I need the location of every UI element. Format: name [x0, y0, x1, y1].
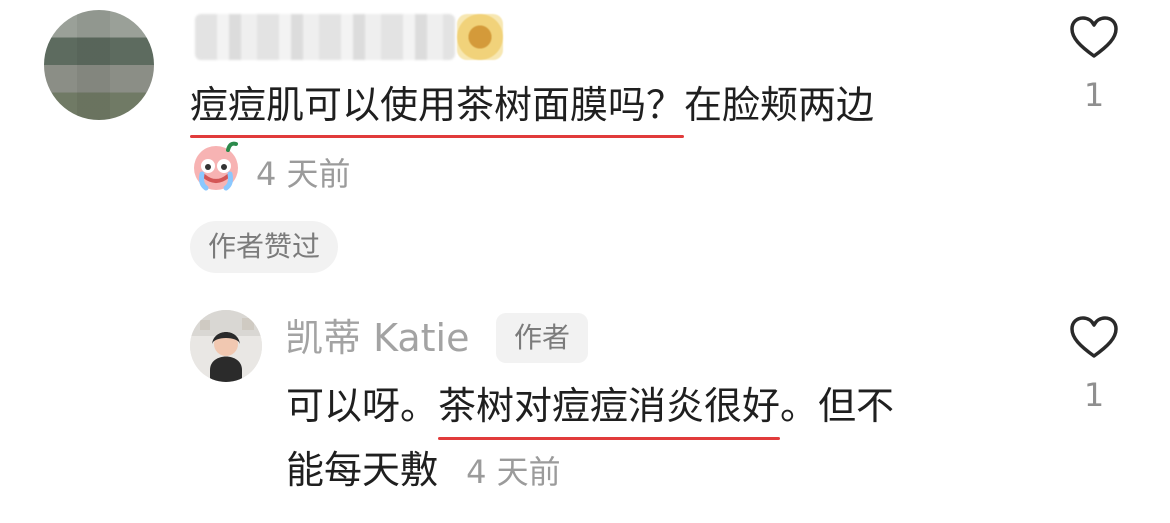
- underline: [438, 437, 781, 440]
- avatar[interactable]: [44, 10, 154, 120]
- comment-time: 4 天前: [256, 155, 351, 193]
- avatar[interactable]: [190, 310, 262, 382]
- user-badge-icon: [457, 14, 503, 60]
- username-blurred[interactable]: [195, 14, 455, 60]
- reply-text-line-1[interactable]: 可以呀。 茶树对痘痘消炎很好 。但不: [286, 378, 895, 440]
- like-count: 1: [1083, 376, 1105, 414]
- underline: [190, 135, 685, 138]
- reply-time: 4 天前: [466, 453, 561, 491]
- like-count: 1: [1083, 76, 1105, 114]
- author-tag: 作者: [496, 313, 589, 363]
- reply-text-line2: 能每天敷: [286, 448, 439, 492]
- author-liked-badge: 作者赞过: [190, 221, 339, 273]
- avatar-image: [190, 310, 262, 382]
- comment-text-underlined: 痘痘肌可以使用茶树面膜吗？: [190, 83, 685, 127]
- reply-text-underlined: 茶树对痘痘消炎很好: [438, 384, 781, 428]
- reply-text-line-2[interactable]: 能每天敷 4 天前: [286, 442, 561, 498]
- heart-outline-icon[interactable]: [1068, 14, 1120, 60]
- reply-text-after: 。但不: [780, 384, 895, 428]
- comment-text-rest: 在脸颊两边: [684, 83, 875, 127]
- comment-text[interactable]: 痘痘肌可以使用茶树面膜吗？ 在脸颊两边: [190, 78, 875, 138]
- heart-outline-icon[interactable]: [1068, 314, 1120, 360]
- reply-text-before: 可以呀。: [286, 384, 439, 428]
- crying-emoji-icon: [194, 141, 238, 191]
- reply-author-name[interactable]: 凯蒂 Katie: [285, 312, 469, 364]
